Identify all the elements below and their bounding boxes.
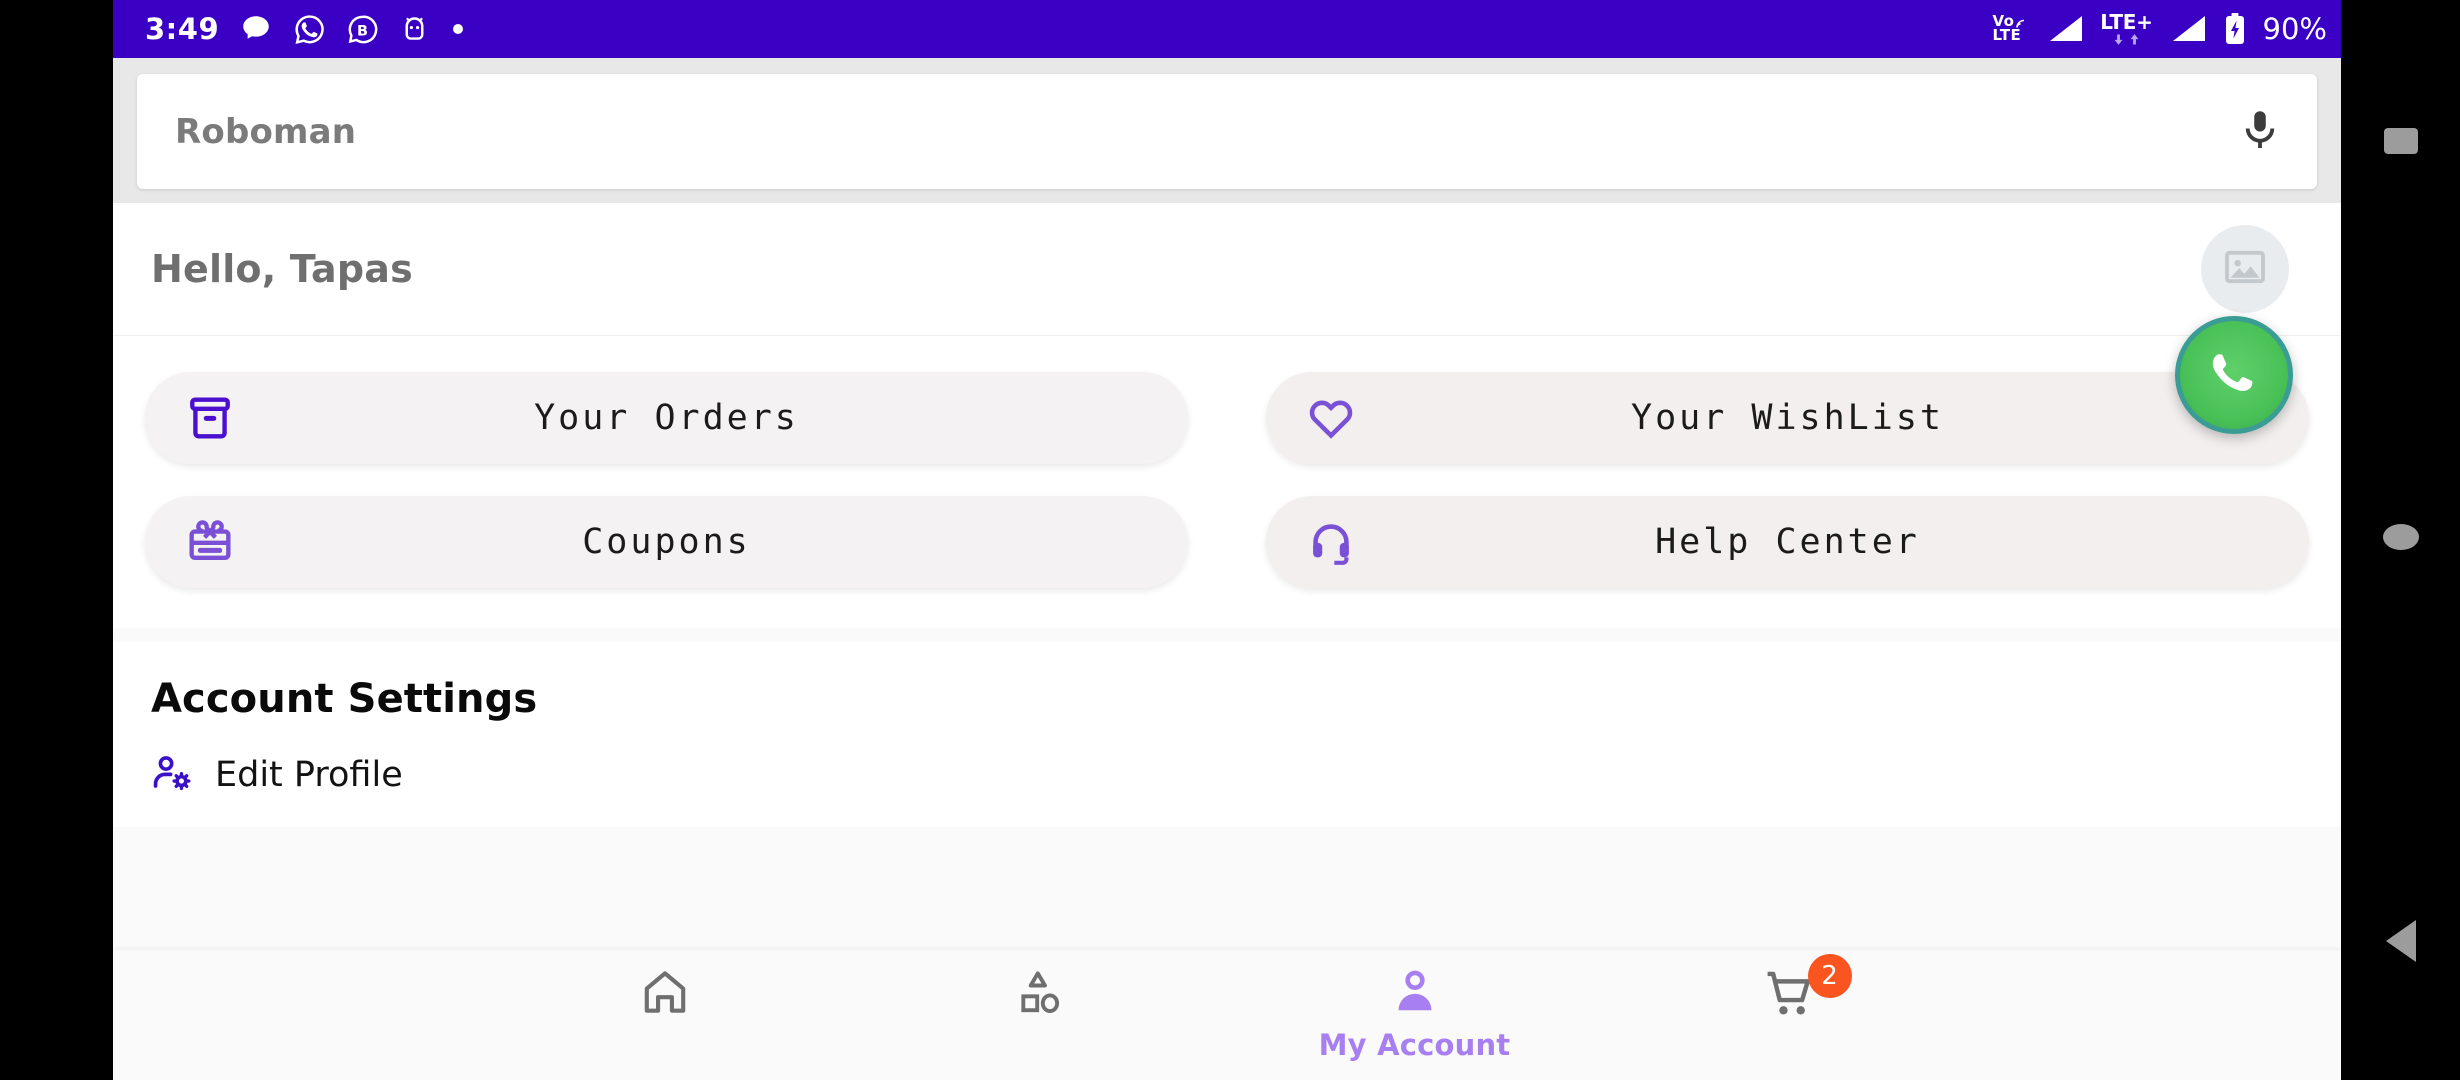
status-bar-right: Vo LTE LTE+ 90% <box>1993 12 2327 46</box>
square-icon <box>2383 128 2418 154</box>
home-icon <box>639 966 691 1022</box>
left-bezel <box>0 0 113 1080</box>
data-transfer-arrows-icon <box>2112 33 2141 46</box>
settings-row-edit-profile[interactable]: Edit Profile <box>113 722 2341 798</box>
settings-row-label: Edit Profile <box>215 755 403 795</box>
android-robot-icon <box>399 14 430 45</box>
system-navigation-bar <box>2341 0 2460 1080</box>
quick-action-label: Coupons <box>582 522 751 562</box>
whatsapp-support-button[interactable] <box>2175 316 2293 434</box>
search-region: Roboman <box>113 58 2341 203</box>
quick-action-label: Help Center <box>1655 522 1920 562</box>
volte-indicator-icon: Vo LTE <box>1993 14 2031 43</box>
nav-item-my-account[interactable]: My Account <box>1310 966 1520 1062</box>
account-settings-section: Account Settings Edit Profile <box>113 642 2341 827</box>
quick-action-label: Your Orders <box>534 398 799 438</box>
quick-action-help-center[interactable]: Help Center <box>1266 496 2309 588</box>
battery-percent-label: 90% <box>2262 12 2327 46</box>
recents-button[interactable] <box>2383 128 2418 154</box>
network-type-icon: LTE+ <box>2100 12 2153 46</box>
avatar[interactable] <box>2201 225 2289 313</box>
nav-item-label: My Account <box>1318 1028 1511 1062</box>
category-icon <box>1014 966 1066 1022</box>
triangle-left-icon <box>2385 920 2416 962</box>
greeting-text: Hello, Tapas <box>151 247 413 291</box>
status-bar-left: 3:49 B <box>145 12 466 46</box>
svg-text:B: B <box>357 23 368 39</box>
signal-bars-icon-2 <box>2169 14 2207 44</box>
circle-icon <box>2382 524 2419 550</box>
battery-charging-icon <box>2223 12 2247 46</box>
section-title: Account Settings <box>151 676 538 722</box>
app-viewport: 3:49 B Vo LTE LTE+ 90% Roboman Hello, Ta… <box>113 0 2341 1080</box>
image-placeholder-icon <box>2222 244 2268 294</box>
whatsapp-icon <box>2195 334 2273 416</box>
search-bar[interactable]: Roboman <box>137 74 2317 189</box>
person-icon <box>1389 966 1441 1022</box>
quick-action-your-orders[interactable]: Your Orders <box>145 372 1188 464</box>
cart-badge: 2 <box>1807 954 1852 998</box>
quick-action-coupons[interactable]: Coupons <box>145 496 1188 588</box>
bottom-navigation-bar: My Account 2 <box>113 950 2341 1080</box>
greeting-card: Hello, Tapas <box>113 203 2341 335</box>
user-gear-icon <box>151 752 193 798</box>
status-bar: 3:49 B Vo LTE LTE+ 90% <box>113 0 2341 58</box>
nav-item-categories[interactable] <box>935 966 1145 1062</box>
search-input[interactable]: Roboman <box>175 112 2237 152</box>
message-bubble-icon <box>239 12 273 46</box>
signal-bars-icon-1 <box>2046 14 2084 44</box>
home-button[interactable] <box>2382 524 2419 550</box>
nav-item-home[interactable] <box>560 966 770 1062</box>
bigo-b-icon: B <box>346 13 379 46</box>
archive-box-icon <box>185 393 251 443</box>
heart-icon <box>1306 393 1372 443</box>
dot-icon <box>450 21 466 37</box>
quick-action-label: Your WishList <box>1631 398 1944 438</box>
quick-actions-grid: Your Orders Your WishList Coupons Help C… <box>113 316 2341 628</box>
headset-icon <box>1306 517 1372 567</box>
quick-action-your-wishlist[interactable]: Your WishList <box>1266 372 2309 464</box>
back-button[interactable] <box>2385 920 2416 962</box>
microphone-icon[interactable] <box>2237 107 2283 157</box>
device-screen: 3:49 B Vo LTE LTE+ 90% Roboman Hello, Ta… <box>0 0 2460 1080</box>
gift-card-icon <box>185 517 251 567</box>
whatsapp-icon <box>293 13 326 46</box>
nav-item-cart[interactable]: 2 <box>1685 954 1895 1062</box>
status-clock: 3:49 <box>145 12 220 46</box>
